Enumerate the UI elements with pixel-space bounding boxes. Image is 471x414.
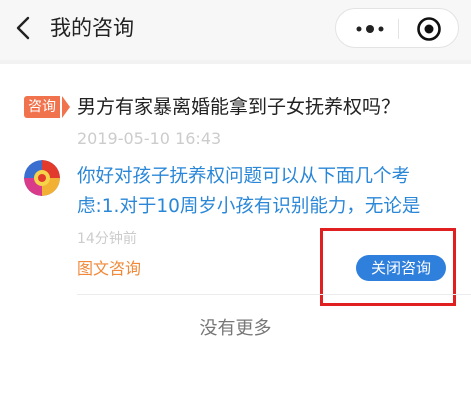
tag-arrow [62, 96, 70, 118]
consult-tag: 咨询 [24, 96, 60, 118]
mini-program-capsule [335, 8, 459, 48]
navigation-bar: 我的咨询 [0, 0, 471, 60]
chevron-left-icon[interactable] [10, 14, 38, 42]
consult-type-label: 图文咨询 [77, 259, 142, 278]
colorful-avatar-icon [24, 160, 60, 196]
header-separator [0, 60, 471, 64]
more-dots-icon[interactable] [350, 17, 390, 41]
target-circle-icon[interactable] [416, 16, 442, 42]
page-title: 我的咨询 [50, 16, 134, 40]
divider [77, 294, 471, 295]
capsule-divider [398, 19, 399, 39]
answer-time: 14分钟前 [77, 231, 137, 247]
answer-preview[interactable]: 你好对孩子抚养权问题可以从下面几个考虑:1.对于10周岁小孩有识别能力，无论是 [77, 162, 452, 222]
no-more-text: 没有更多 [199, 318, 272, 339]
question-date: 2019-05-10 16:43 [77, 129, 222, 148]
question-text[interactable]: 男方有家暴离婚能拿到子女抚养权吗？ [77, 93, 400, 121]
